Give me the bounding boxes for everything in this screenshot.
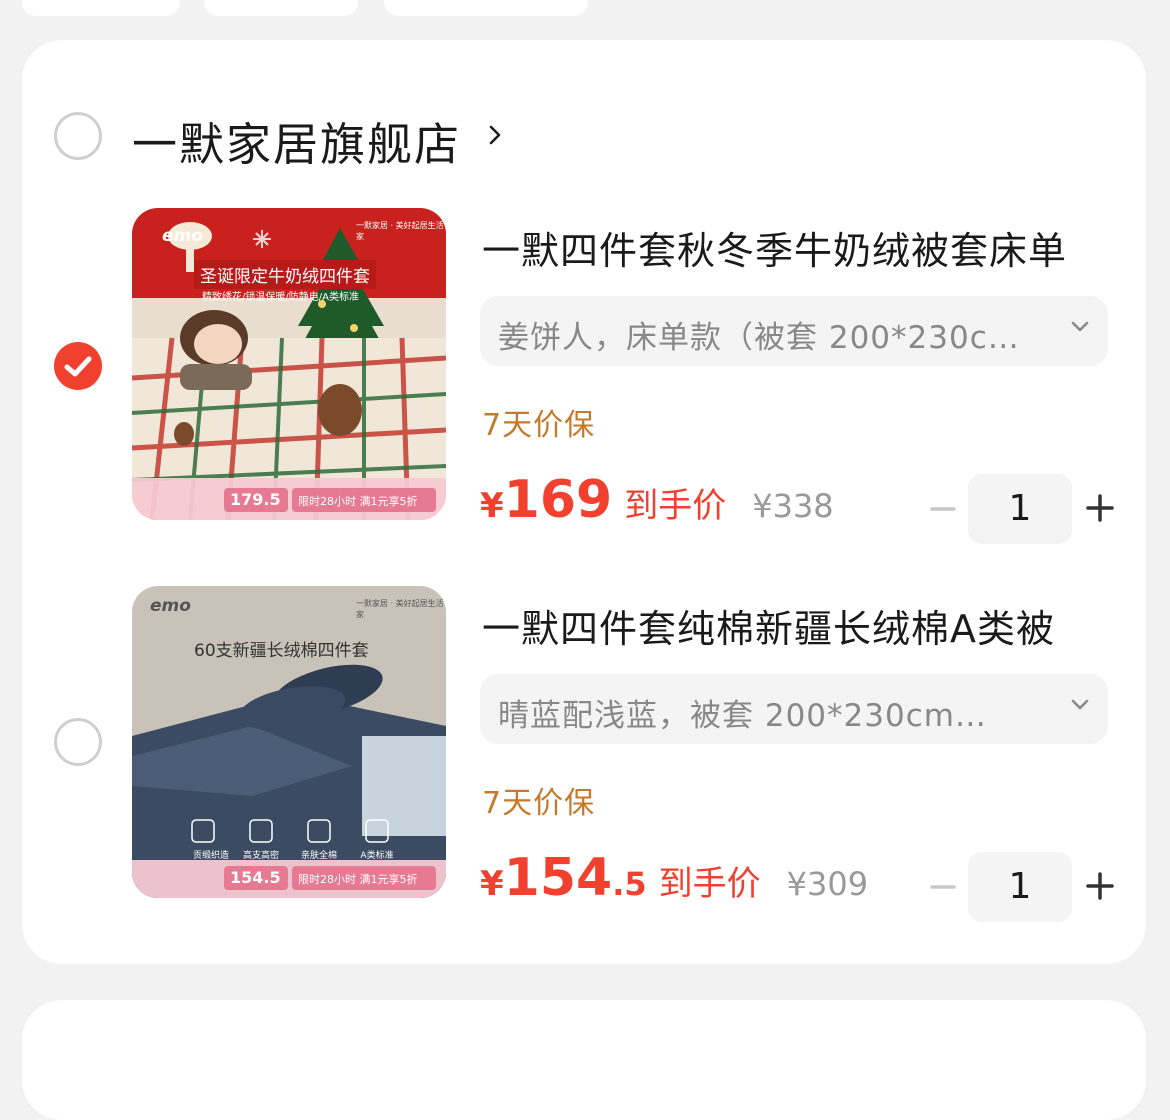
quantity-stepper: 1 bbox=[922, 848, 1122, 924]
check-icon bbox=[64, 356, 92, 377]
sku-text: 姜饼人，床单款（被套 200*230c… bbox=[498, 320, 1020, 356]
thumb-store-tag: 一默家居 · 美好起居生活家 bbox=[356, 221, 444, 241]
plus-icon[interactable] bbox=[1084, 870, 1116, 902]
top-tab-pill[interactable] bbox=[204, 0, 358, 16]
thumb-brand: emo bbox=[162, 226, 203, 246]
price-guarantee-label: 7天价保 bbox=[482, 786, 596, 821]
product-thumbnail[interactable]: emo 一默家居 · 美好起居生活家 圣诞限定牛奶绒四件套 精致绣花/锁温保暖/… bbox=[132, 208, 446, 520]
thumb-headline: 60支新疆长绒棉四件套 bbox=[194, 641, 369, 661]
store-cart-card: 一默家居旗舰店 emo 一默家居 · 美好起居生活家 圣诞限定牛奶绒四件套 精致… bbox=[22, 40, 1146, 964]
store-header: 一默家居旗舰店 bbox=[22, 40, 1146, 230]
thumb-subline: 精致绣花/锁温保暖/防静电/A类标准 bbox=[202, 292, 359, 303]
item-select-radio[interactable] bbox=[54, 342, 102, 390]
price-integer: 154 bbox=[503, 848, 613, 908]
thumb-promo-price: 179.5 bbox=[230, 490, 281, 509]
minus-icon[interactable] bbox=[928, 494, 958, 524]
chevron-right-icon[interactable] bbox=[488, 124, 502, 146]
thumb-headline: 圣诞限定牛奶绒四件套 bbox=[194, 260, 376, 289]
item-select-radio[interactable] bbox=[54, 718, 102, 766]
chevron-down-icon bbox=[1071, 699, 1089, 710]
price-decimal: .5 bbox=[612, 865, 647, 903]
minus-icon[interactable] bbox=[928, 872, 958, 902]
cart-item: emo 一默家居 · 美好起居生活家 60支新疆长绒棉四件套 贡缎织造 高支高密… bbox=[22, 586, 1146, 922]
plus-icon[interactable] bbox=[1084, 492, 1116, 524]
quantity-input[interactable]: 1 bbox=[968, 852, 1072, 922]
sku-text: 晴蓝配浅蓝，被套 200*230cm… bbox=[498, 698, 987, 734]
quantity-input[interactable]: 1 bbox=[968, 474, 1072, 544]
product-title[interactable]: 一默四件套秋冬季牛奶绒被套床单 bbox=[482, 220, 1122, 275]
price-guarantee-label: 7天价保 bbox=[482, 408, 596, 443]
chevron-down-icon bbox=[1071, 321, 1089, 332]
top-tab-pill[interactable] bbox=[22, 0, 180, 16]
price-currency: ¥ bbox=[480, 864, 504, 904]
price-currency: ¥ bbox=[480, 486, 504, 526]
sku-selector[interactable]: 姜饼人，床单款（被套 200*230c… bbox=[480, 296, 1108, 366]
previous-section-strip bbox=[0, 0, 1170, 20]
product-thumbnail[interactable]: emo 一默家居 · 美好起居生活家 60支新疆长绒棉四件套 贡缎织造 高支高密… bbox=[132, 586, 446, 898]
price-row: ¥169 到手价 ¥338 bbox=[480, 470, 900, 540]
thumb-store-tag: 一默家居 · 美好起居生活家 bbox=[356, 599, 444, 619]
original-price: ¥338 bbox=[752, 487, 834, 525]
thumb-promo-price: 154.5 bbox=[230, 868, 281, 887]
price-integer: 169 bbox=[503, 470, 613, 530]
next-store-card bbox=[22, 1000, 1146, 1120]
store-select-radio[interactable] bbox=[54, 112, 102, 160]
sku-selector[interactable]: 晴蓝配浅蓝，被套 200*230cm… bbox=[480, 674, 1108, 744]
final-price-label: 到手价 bbox=[624, 486, 727, 526]
quantity-stepper: 1 bbox=[922, 470, 1122, 546]
price-row: ¥154.5 到手价 ¥309 bbox=[480, 848, 900, 918]
thumb-promo-text: 限时28小时 满1元享5折 bbox=[298, 873, 418, 886]
store-name[interactable]: 一默家居旗舰店 bbox=[132, 108, 461, 173]
cart-item: emo 一默家居 · 美好起居生活家 圣诞限定牛奶绒四件套 精致绣花/锁温保暖/… bbox=[22, 208, 1146, 544]
product-title[interactable]: 一默四件套纯棉新疆长绒棉A类被 bbox=[482, 598, 1122, 653]
thumb-feature: A类标准 bbox=[360, 851, 394, 861]
original-price: ¥309 bbox=[786, 865, 869, 903]
thumb-feature: 高支高密 bbox=[242, 851, 279, 861]
thumb-brand: emo bbox=[150, 596, 191, 616]
final-price-label: 到手价 bbox=[658, 864, 761, 904]
top-tab-pill[interactable] bbox=[384, 0, 588, 16]
thumb-promo-text: 限时28小时 满1元享5折 bbox=[298, 495, 418, 508]
thumb-feature: 亲肤全棉 bbox=[300, 851, 337, 861]
